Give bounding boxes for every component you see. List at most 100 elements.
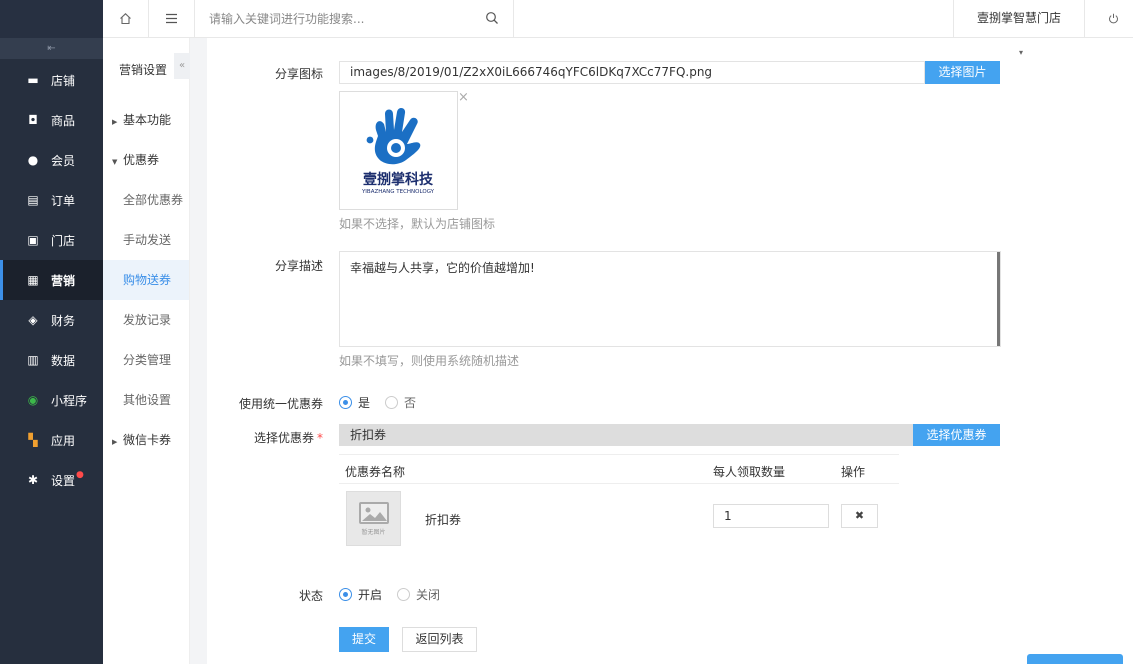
select-coupon-button[interactable]: 选择优惠券 (913, 424, 1000, 446)
status-on[interactable]: 开启 (339, 586, 382, 603)
subnav-item-label: 基本功能 (123, 113, 172, 127)
nav-item-label: 店铺 (51, 73, 76, 88)
apps-icon: ▚ (28, 433, 38, 447)
caret-right-icon: ▶ (112, 438, 118, 446)
subnav-item-category[interactable]: 分类管理 (103, 340, 189, 380)
power-icon (1108, 13, 1118, 24)
gear-icon: ✱ (27, 473, 39, 487)
nav-item-member[interactable]: ● 会员 (0, 140, 103, 180)
share-icon-label: 分享图标 (274, 67, 323, 81)
coupon-name: 折扣券 (425, 513, 462, 527)
share-icon-preview: 壹捌掌科技 YIBAZHANG TECHNOLOGY (339, 91, 458, 210)
nav-item-label: 应用 (51, 433, 76, 448)
radio-label: 否 (404, 396, 417, 410)
textarea-scrollbar[interactable] (997, 252, 1000, 346)
selected-coupon-field: 折扣券 (339, 424, 913, 446)
radio-unchecked[interactable] (397, 588, 411, 601)
radio-label: 是 (358, 396, 371, 410)
caret-down-icon: ▼ (112, 158, 118, 166)
home-button[interactable] (103, 0, 149, 37)
subnav-item-all-coupons[interactable]: 全部优惠券 (103, 180, 189, 220)
thumbnail-caption: 暂无图片 (361, 528, 386, 536)
chart-icon: ▥ (27, 353, 39, 367)
share-desc-textarea[interactable]: 幸福越与人共享，它的价值越增加! (339, 251, 1001, 347)
nav-item-label: 财务 (51, 313, 76, 328)
chevron-down-icon: ▾ (1019, 48, 1024, 57)
menu-icon (166, 13, 177, 24)
subnav-group-wechat-card[interactable]: ▶ 微信卡券 (103, 420, 189, 460)
submit-button[interactable]: 提交 (339, 627, 389, 652)
radio-label: 开启 (358, 588, 383, 602)
subnav-item-send-records[interactable]: 发放记录 (103, 300, 189, 340)
radio-checked[interactable] (339, 588, 352, 601)
remove-image-icon[interactable]: × (458, 91, 469, 104)
gutter (190, 38, 207, 664)
nav-item-order[interactable]: ▤ 订单 (0, 180, 103, 220)
floating-help-button[interactable] (1027, 654, 1123, 664)
logo-area (0, 0, 103, 38)
qty-per-person-input[interactable]: 1 (713, 504, 829, 528)
unified-coupon-label: 使用统一优惠券 (238, 397, 323, 411)
delete-row-button[interactable]: ✖ (841, 504, 878, 528)
nav-item-label: 会员 (51, 153, 76, 168)
share-desc-value: 幸福越与人共享，它的价值越增加! (350, 261, 535, 275)
close-icon: ✖ (854, 509, 865, 522)
nav-item-miniprogram[interactable]: ◉ 小程序 (0, 380, 103, 420)
share-icon-hint: 如果不选择，默认为店铺图标 (339, 217, 496, 231)
search-input[interactable] (209, 10, 479, 28)
nav-item-label: 门店 (51, 233, 76, 248)
required-mark: * (317, 431, 323, 445)
status-radio-group: 开启 关闭 (339, 586, 455, 603)
logo-subtitle: YIBAZHANG TECHNOLOGY (361, 189, 435, 195)
main-content: ▾ 分享图标 images/8/2019/01/Z2xX0iL666746qYF… (207, 38, 1133, 664)
subnav-group-coupon[interactable]: ▼ 优惠券 (103, 140, 189, 180)
search-icon[interactable] (485, 11, 499, 25)
money-icon: ◈ (28, 313, 38, 327)
miniprogram-icon: ◉ (27, 393, 39, 407)
nav-item-data[interactable]: ▥ 数据 (0, 340, 103, 380)
goods-icon: ◘ (28, 113, 38, 127)
nav-item-settings[interactable]: ✱ 设置 ● (0, 460, 103, 500)
share-icon-path-field[interactable]: images/8/2019/01/Z2xX0iL666746qYFC6lDKq7… (339, 61, 925, 84)
menu-button[interactable] (149, 0, 195, 37)
radio-label: 关闭 (416, 588, 441, 602)
select-image-button[interactable]: 选择图片 (925, 61, 1000, 84)
select-coupon-label: 选择优惠券 * (207, 429, 323, 446)
select-coupon-label-text: 选择优惠券 (253, 431, 314, 445)
unified-coupon-yes[interactable]: 是 (339, 394, 370, 411)
home-icon (120, 13, 131, 25)
nav-item-label: 商品 (51, 113, 76, 128)
subnav-item-manual-send[interactable]: 手动发送 (103, 220, 189, 260)
back-to-list-button[interactable]: 返回列表 (402, 627, 477, 652)
logout-button[interactable] (1098, 0, 1128, 37)
column-header-name: 优惠券名称 (345, 465, 406, 479)
table-header: 优惠券名称 每人领取数量 操作 (339, 454, 899, 484)
unified-coupon-radio-group: 是 否 (339, 394, 431, 411)
nav-item-store[interactable]: ▬ 店铺 (0, 60, 103, 100)
column-header-action: 操作 (841, 465, 866, 479)
shop-icon: ▣ (27, 233, 39, 247)
store-name[interactable]: 壹捌掌智慧门店 (953, 0, 1085, 37)
nav-item-label: 订单 (51, 193, 76, 208)
nav-item-apps[interactable]: ▚ 应用 (0, 420, 103, 460)
column-header-qty: 每人领取数量 (713, 465, 786, 479)
subnav-group-basic[interactable]: ▶ 基本功能 (103, 100, 189, 140)
user-icon: ● (27, 153, 39, 167)
status-off[interactable]: 关闭 (397, 586, 440, 603)
subnav-collapse-button[interactable]: « (174, 53, 190, 79)
radio-unchecked[interactable] (385, 396, 399, 409)
subnav-item-shopping-coupon[interactable]: 购物送券 (103, 260, 189, 300)
radio-checked[interactable] (339, 396, 352, 409)
subnav-item-other-settings[interactable]: 其他设置 (103, 380, 189, 420)
nav-item-goods[interactable]: ◘ 商品 (0, 100, 103, 140)
table-row: 暂无图片 折扣券 1 ✖ (339, 484, 899, 556)
nav-item-label: 数据 (51, 353, 76, 368)
nav-item-label: 小程序 (51, 393, 88, 408)
sidebar-collapse-button[interactable]: ⇤ (0, 38, 103, 59)
nav-item-shop[interactable]: ▣ 门店 (0, 220, 103, 260)
nav-item-finance[interactable]: ◈ 财务 (0, 300, 103, 340)
unified-coupon-no[interactable]: 否 (385, 394, 416, 411)
search-box (195, 0, 514, 37)
nav-item-marketing[interactable]: ▦ 营销 (0, 260, 103, 300)
logo-title: 壹捌掌科技 (363, 171, 434, 188)
